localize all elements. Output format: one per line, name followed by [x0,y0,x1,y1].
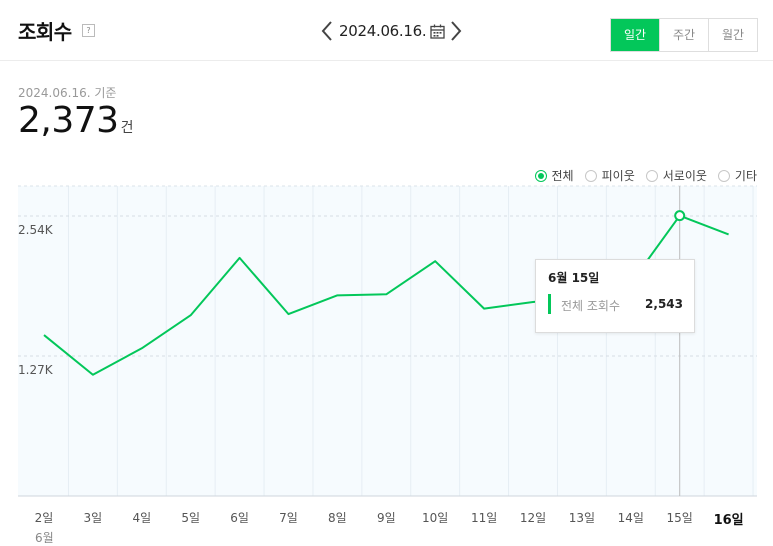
tab-monthly[interactable]: 월간 [708,19,757,51]
x-tick-label: 7일 [279,511,298,525]
x-tick-label: 3일 [83,511,103,525]
prev-date-button[interactable] [318,19,336,43]
month-label: 6월 [35,531,54,545]
period-tabs: 일간 주간 월간 [610,18,758,52]
x-tick-label: 9일 [376,511,396,525]
tooltip-title: 6월 15일 [548,271,600,285]
next-date-button[interactable] [447,19,465,43]
chevron-right-icon [451,21,462,41]
x-tick-label: 8일 [328,511,347,525]
current-date[interactable]: 2024.06.16. [339,22,427,40]
tooltip-value: 2,543 [645,297,683,311]
basis-date: 2024.06.16. 기준 [18,86,117,100]
tab-weekly[interactable]: 주간 [659,19,708,51]
x-tick-label: 2일 [34,511,54,525]
x-tick-label: 4일 [132,511,152,525]
plot-background [18,186,757,496]
date-navigator: 2024.06.16. [318,17,465,45]
highlight-point [674,210,686,222]
chevron-left-icon [321,21,332,41]
tab-daily[interactable]: 일간 [611,19,659,51]
tooltip-label: 전체 조회수 [561,299,621,313]
x-tick-label: 10일 [422,511,449,525]
x-tick-label: 15일 [666,511,693,525]
x-tick-label: 12일 [519,511,547,525]
total-unit: 건 [120,120,134,136]
page-title: 조회수 [18,20,72,44]
line-chart[interactable] [0,180,773,506]
x-tick-label: 13일 [568,511,596,525]
x-tick-label: 14일 [617,511,644,525]
header: 조회수 ? 2024.06.16. 일간 주간 월간 [0,0,773,61]
tooltip-series-color [548,294,551,314]
y-tick-label: 1.27K [18,363,53,377]
x-tick-label: 5일 [181,511,201,525]
total-count: 2,373 [18,100,119,141]
total-views: 2,373 건 [18,100,133,141]
y-tick-label: 2.54K [18,223,53,237]
chart-tooltip: 6월 15일 전체 조회수 2,543 [535,259,695,333]
x-tick-label: 16일 [713,513,744,528]
x-tick-label: 6일 [230,511,249,525]
x-tick-label: 11일 [470,511,498,525]
help-icon[interactable]: ? [82,24,95,37]
calendar-icon[interactable] [429,23,445,39]
